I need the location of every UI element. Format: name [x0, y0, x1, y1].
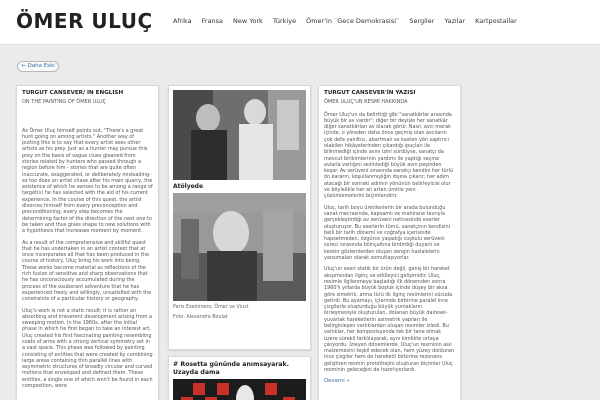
post-paragraph: Uluç's work is not a static result; it i…: [22, 307, 153, 390]
nav-item-yazilar[interactable]: Yazılar: [439, 17, 470, 25]
nav-item-kartpostallar[interactable]: Kartpostallar: [470, 17, 522, 25]
post-body: As Ömer Uluç himself points out, "There'…: [22, 128, 153, 390]
post-title[interactable]: # Rosetta gününde anımsayarak. Uzayda da…: [173, 361, 306, 376]
nav-item-sergiler[interactable]: Sergiler: [404, 17, 439, 25]
post-card-turkish: TURGUT CANSEVER'İN YAZISI ÖMER ULUÇ'UN R…: [318, 85, 461, 400]
post-card-english: TURGUT CANSEVER/ IN ENGLISH ON THE PAINT…: [16, 85, 159, 400]
site-header: ÖMER ULUÇ Afrika Fransa New York Türkiye…: [0, 0, 600, 45]
space-chess-artwork[interactable]: [173, 379, 306, 400]
photo-label[interactable]: Atölyede: [173, 183, 306, 190]
site-title[interactable]: ÖMER ULUÇ: [16, 9, 153, 33]
nav-item-new-york[interactable]: New York: [228, 17, 268, 25]
post-card-atolye: Atölyede Peris Eseminero, Ömer ve Viust …: [168, 85, 311, 350]
nav-item-turkiye[interactable]: Türkiye: [268, 17, 301, 25]
post-paragraph: Uluç'un eseri statik bir ürün değil, gen…: [324, 266, 454, 374]
post-title[interactable]: TURGUT CANSEVER'İN YAZISI: [324, 90, 455, 97]
photo-caption: Peris Eseminero, Ömer ve Viust: [173, 305, 249, 310]
portrait-photo-image: [173, 193, 306, 301]
artwork-image: [173, 379, 306, 400]
studio-photo[interactable]: [173, 90, 306, 180]
post-paragraph: Uluç, tarih boyu üretilenlerin bir arada…: [324, 204, 450, 262]
post-title[interactable]: TURGUT CANSEVER/ IN ENGLISH: [22, 90, 153, 97]
nav-item-gece-demokrasisi[interactable]: Ömer'in ¨Gece Demokrasisi¨: [301, 17, 404, 25]
post-card-rosetta: # Rosetta gününde anımsayarak. Uzayda da…: [168, 356, 311, 400]
post-paragraph: Ömer Uluç'un da belirttiği gibi "sanatkâ…: [324, 111, 454, 200]
older-posts-button[interactable]: ← Daha Eski: [17, 61, 59, 72]
main-nav: Afrika Fransa New York Türkiye Ömer'in ¨…: [168, 17, 522, 25]
post-body: Ömer Uluç'un da belirttiği gibi "sanatkâ…: [324, 112, 455, 374]
post-paragraph: As a result of the comprehensive and ski…: [22, 239, 152, 303]
nav-item-fransa[interactable]: Fransa: [197, 17, 228, 25]
nav-item-afrika[interactable]: Afrika: [168, 17, 197, 25]
post-subtitle: ON THE PAINTING OF ÖMER ULUÇ: [22, 99, 107, 105]
studio-photo-image: [173, 90, 306, 180]
read-more-link[interactable]: Devamı »: [324, 378, 455, 384]
post-subtitle: ÖMER ULUÇ'UN RESMİ HAKKINDA: [324, 99, 408, 105]
portrait-photo[interactable]: [173, 193, 306, 301]
photo-credit: Foto: Alexandra Boulat: [173, 315, 228, 320]
post-paragraph: As Ömer Uluç himself points out, "There'…: [22, 127, 153, 235]
